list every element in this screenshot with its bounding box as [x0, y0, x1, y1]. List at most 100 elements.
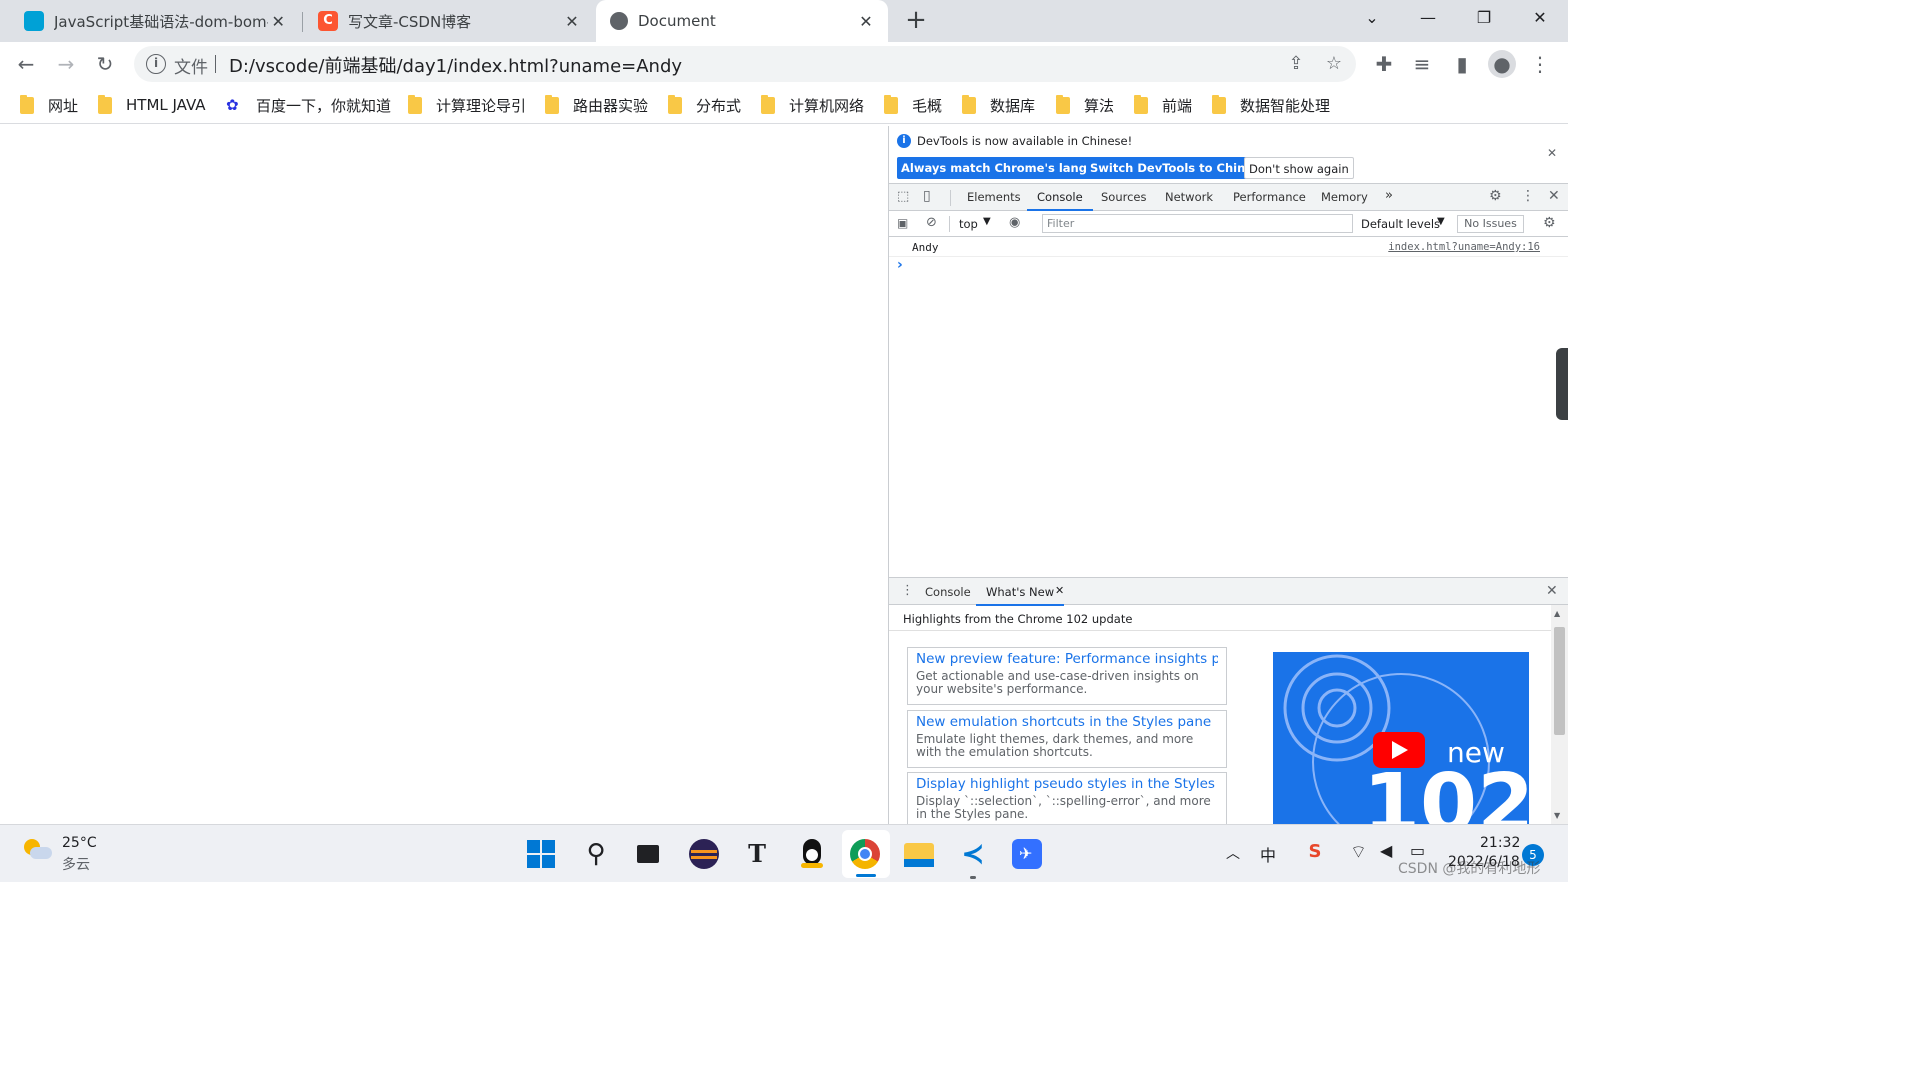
settings-gear-icon[interactable]: ⚙ — [1489, 188, 1502, 204]
reload-icon[interactable]: ↻ — [91, 50, 119, 78]
infobar-close-icon[interactable]: ✕ — [1547, 146, 1557, 160]
more-tabs-icon[interactable]: » — [1385, 188, 1393, 203]
tab-bilibili[interactable]: JavaScript基础语法-dom-bom- ✕ — [0, 0, 300, 42]
tab-performance[interactable]: Performance — [1233, 190, 1306, 204]
whats-new-card[interactable]: New preview feature: Performance insight… — [907, 647, 1227, 705]
url-text[interactable]: D:/vscode/前端基础/day1/index.html?uname=And… — [229, 52, 682, 78]
card-title[interactable]: New emulation shortcuts in the Styles pa… — [916, 714, 1218, 730]
page-viewport[interactable] — [0, 126, 888, 824]
task-view-icon[interactable] — [631, 837, 665, 871]
file-explorer-icon[interactable] — [902, 837, 936, 871]
close-icon[interactable]: ✕ — [856, 12, 876, 31]
bookmark-star-icon[interactable]: ☆ — [1322, 52, 1346, 76]
card-title[interactable]: Display highlight pseudo styles in the S… — [916, 776, 1218, 792]
eclipse-icon[interactable] — [687, 837, 721, 871]
address-bar[interactable]: i 文件 D:/vscode/前端基础/day1/index.html?unam… — [134, 46, 1356, 82]
tab-elements[interactable]: Elements — [967, 190, 1021, 204]
console-settings-gear-icon[interactable]: ⚙ — [1543, 215, 1556, 231]
weather-temp[interactable]: 25°C — [62, 835, 97, 851]
whats-new-card[interactable]: Display highlight pseudo styles in the S… — [907, 772, 1227, 825]
menu-icon[interactable]: ⋮ — [1526, 50, 1554, 78]
video-version-number: 102 — [1363, 757, 1529, 826]
chevron-down-icon[interactable]: ▼ — [983, 216, 991, 227]
console-prompt[interactable]: › — [897, 257, 903, 273]
bookmark-item[interactable]: 数据库 — [962, 94, 1035, 116]
info-icon[interactable]: i — [146, 54, 166, 74]
console-filter-input[interactable]: Filter — [1042, 214, 1353, 233]
close-icon[interactable]: ✕ — [268, 12, 288, 31]
restore-icon[interactable]: ❐ — [1456, 0, 1512, 36]
side-handle[interactable] — [1556, 348, 1568, 420]
volume-icon[interactable]: ◀ — [1380, 841, 1392, 860]
close-devtools-icon[interactable]: ✕ — [1548, 188, 1560, 204]
scroll-down-icon[interactable]: ▼ — [1554, 811, 1560, 820]
bookmark-item[interactable]: 路由器实验 — [545, 94, 648, 116]
qq-icon[interactable] — [795, 837, 829, 871]
whats-new-card[interactable]: New emulation shortcuts in the Styles pa… — [907, 710, 1227, 768]
release-video-thumbnail[interactable]: new 102 — [1273, 652, 1529, 825]
profile-avatar-icon[interactable]: ● — [1488, 50, 1516, 78]
tab-csdn[interactable]: C 写文章-CSDN博客 ✕ — [294, 0, 594, 42]
tab-console[interactable]: Console — [1027, 190, 1093, 211]
feishu-icon[interactable]: ✈ — [1010, 837, 1044, 871]
bookmark-item[interactable]: 计算理论导引 — [408, 94, 526, 116]
bookmark-item[interactable]: 毛概 — [884, 94, 942, 116]
forward-icon[interactable]: → — [52, 50, 80, 78]
close-tab-icon[interactable]: ✕ — [1055, 584, 1064, 597]
extensions-icon[interactable]: ✚ — [1370, 50, 1398, 78]
drawer-scrollbar[interactable]: ▲ ▼ — [1551, 605, 1568, 825]
new-tab-button[interactable]: + — [900, 5, 932, 37]
inspect-element-icon[interactable]: ⬚ — [897, 189, 909, 204]
side-panel-icon[interactable]: ▮ — [1448, 50, 1476, 78]
log-source-link[interactable]: index.html?uname=Andy:16 — [1388, 241, 1540, 253]
tab-network[interactable]: Network — [1165, 190, 1213, 204]
issues-counter[interactable]: No Issues — [1457, 215, 1524, 233]
window-close-icon[interactable]: ✕ — [1512, 0, 1568, 36]
scroll-up-icon[interactable]: ▲ — [1554, 609, 1560, 618]
clear-console-icon[interactable]: ⊘ — [926, 215, 937, 230]
share-icon[interactable]: ⇪ — [1284, 52, 1308, 76]
close-icon[interactable]: ✕ — [562, 12, 582, 31]
bookmark-item[interactable]: 算法 — [1056, 94, 1114, 116]
windows-start-icon[interactable] — [524, 837, 558, 871]
tab-search-icon[interactable]: ⌄ — [1344, 0, 1400, 36]
drawer-tab-console[interactable]: Console — [925, 585, 971, 599]
weather-desc[interactable]: 多云 — [62, 854, 90, 874]
bookmark-item[interactable]: HTML JAVA — [98, 94, 206, 116]
bookmark-item[interactable]: 网址 — [20, 94, 78, 116]
search-icon[interactable]: ⚲ — [579, 837, 613, 871]
bookmark-item[interactable]: ✿ 百度一下，你就知道 — [226, 94, 391, 116]
media-control-icon[interactable]: ≡ — [1408, 50, 1436, 78]
chrome-icon[interactable] — [848, 837, 882, 871]
ime-indicator[interactable]: 中 — [1260, 842, 1276, 866]
close-drawer-icon[interactable]: ✕ — [1546, 583, 1558, 599]
clock-time[interactable]: 21:32 — [1480, 835, 1520, 851]
card-title[interactable]: New preview feature: Performance insight… — [916, 651, 1218, 667]
back-icon[interactable]: ← — [12, 50, 40, 78]
context-selector[interactable]: top — [959, 217, 978, 231]
chevron-down-icon[interactable]: ▼ — [1437, 216, 1445, 227]
bookmark-item[interactable]: 分布式 — [668, 94, 741, 116]
scrollbar-thumb[interactable] — [1554, 627, 1565, 735]
drawer-menu-icon[interactable]: ⋮ — [901, 583, 914, 598]
device-toolbar-icon[interactable]: ▯ — [923, 188, 931, 204]
vscode-icon[interactable]: ≺ — [956, 837, 990, 871]
log-levels-dropdown[interactable]: Default levels — [1361, 217, 1440, 231]
live-expression-eye-icon[interactable]: ◉ — [1009, 215, 1020, 230]
tab-document[interactable]: Document ✕ — [596, 0, 888, 42]
bookmark-item[interactable]: 计算机网络 — [761, 94, 864, 116]
weather-cloud-icon[interactable] — [22, 837, 52, 863]
sogou-input-icon[interactable]: S — [1304, 841, 1326, 863]
tab-memory[interactable]: Memory — [1321, 190, 1368, 204]
drawer-tab-whats-new[interactable]: What's New — [975, 585, 1065, 606]
sidebar-toggle-icon[interactable]: ▣ — [897, 216, 908, 230]
tab-sources[interactable]: Sources — [1101, 190, 1147, 204]
dont-show-again-button[interactable]: Don't show again — [1244, 157, 1354, 179]
bookmark-item[interactable]: 前端 — [1134, 94, 1192, 116]
bookmark-item[interactable]: 数据智能处理 — [1212, 94, 1330, 116]
customize-menu-icon[interactable]: ⋮ — [1521, 188, 1535, 204]
typora-icon[interactable]: T — [740, 837, 774, 871]
minimize-icon[interactable]: — — [1400, 0, 1456, 36]
wifi-icon[interactable]: ⌔ — [1350, 841, 1367, 864]
show-hidden-icons-chevron-icon[interactable]: ︿ — [1226, 843, 1240, 863]
